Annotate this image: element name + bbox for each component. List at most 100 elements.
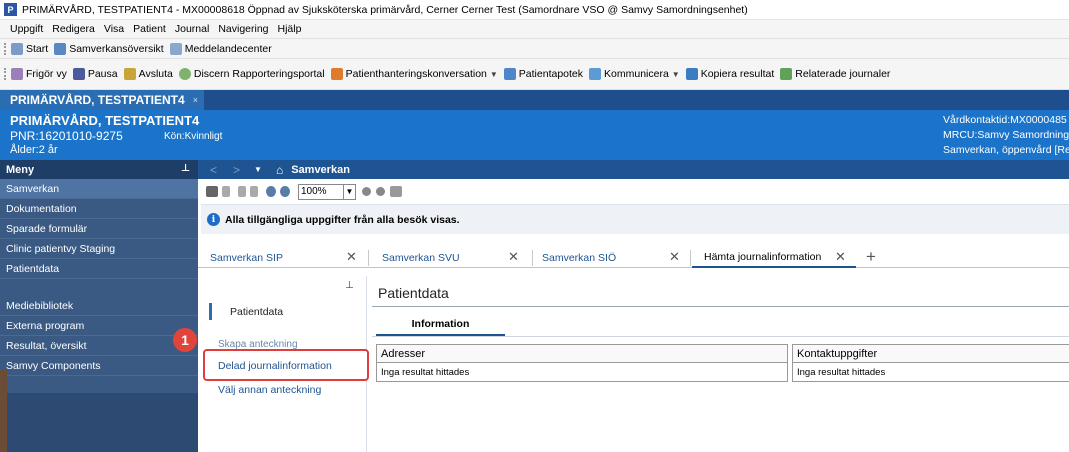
- encounter-id: Vårdkontaktid:MX0000485: [943, 114, 1067, 126]
- pausa-button[interactable]: Pausa: [72, 68, 118, 80]
- discern-button[interactable]: Discern Rapporteringsportal: [178, 68, 325, 80]
- pause-icon: [72, 68, 85, 80]
- nav-edge-decoration: [0, 370, 7, 452]
- back-arrow-icon[interactable]: <: [210, 163, 217, 177]
- meddelandecenter-button[interactable]: Meddelandecenter: [169, 42, 272, 55]
- kommunicera-button[interactable]: Kommunicera ▼: [589, 68, 680, 80]
- patienthanteringskonversation-button[interactable]: Patienthanteringskonversation ▼: [330, 68, 498, 80]
- person-icon: [330, 68, 343, 80]
- nav-item-dokumentation[interactable]: Dokumentation: [0, 199, 198, 219]
- docs-icon: [780, 68, 793, 80]
- subnav-item-delad-journalinformation[interactable]: Delad journalinformation: [218, 360, 332, 372]
- zoom-input[interactable]: 100%: [298, 183, 344, 200]
- pin-icon[interactable]: ⊥: [181, 163, 190, 174]
- nav-item-resultat-oversikt[interactable]: Resultat, översikt: [0, 336, 198, 356]
- relaterade-journaler-button[interactable]: Relaterade journaler: [780, 68, 890, 80]
- menu-journal[interactable]: Journal: [175, 23, 209, 35]
- pausa-label: Pausa: [87, 68, 118, 80]
- binoculars-icon[interactable]: [206, 186, 218, 197]
- home-icon[interactable]: ⌂: [276, 163, 283, 177]
- left-menu: Meny ⊥ Samverkan Dokumentation Sparade f…: [0, 160, 198, 452]
- chevron-down-icon[interactable]: ▼: [344, 183, 356, 200]
- nav-item-samverkan[interactable]: Samverkan: [0, 179, 198, 199]
- window-title-bar: P PRIMÄRVÅRD, TESTPATIENT4 - MX00008618 …: [0, 0, 1069, 20]
- prev-page-icon[interactable]: [238, 186, 246, 197]
- chevron-down-icon[interactable]: ▼: [672, 70, 680, 79]
- menu-hjalp[interactable]: Hjälp: [278, 23, 302, 35]
- menu-bar: Uppgift Redigera Visa Patient Journal Na…: [0, 20, 1069, 39]
- app-logo-icon: P: [4, 3, 17, 16]
- content-area: < > ▼ ⌂ Samverkan 100% ▼ i Alla tillgäng…: [173, 160, 1069, 452]
- subnav-item-valj-annan-anteckning[interactable]: Välj annan anteckning: [218, 384, 321, 396]
- content-toolbar: 100% ▼: [198, 179, 1069, 204]
- addresses-empty-row: Inga resultat hittades: [381, 366, 470, 378]
- info-bar: i Alla tillgängliga uppgifter från alla …: [201, 204, 1069, 234]
- circle-icon[interactable]: [376, 187, 385, 196]
- contacts-empty-row: Inga resultat hittades: [797, 366, 886, 378]
- pin-icon[interactable]: ⊥: [345, 280, 354, 291]
- close-icon[interactable]: ✕: [508, 249, 519, 265]
- menu-uppgift[interactable]: Uppgift: [10, 23, 43, 35]
- sub-navigation: ⊥ Patientdata Skapa anteckning Delad jou…: [198, 276, 369, 452]
- close-icon[interactable]: ×: [193, 95, 198, 105]
- nav-item-mediebibliotek[interactable]: Mediebibliotek: [0, 296, 198, 316]
- tab-separator: [690, 250, 691, 266]
- menu-redigera[interactable]: Redigera: [52, 23, 95, 35]
- addresses-table: Adresser Inga resultat hittades: [376, 344, 788, 382]
- tab-hamta-journalinformation-label: Hämta journalinformation: [704, 251, 822, 263]
- tab-separator: [532, 250, 533, 266]
- active-indicator: [209, 303, 212, 320]
- nav-item-clinic-patientvy[interactable]: Clinic patientvy Staging: [0, 239, 198, 259]
- menu-header: Meny ⊥: [0, 160, 198, 179]
- avsluta-label: Avsluta: [138, 68, 173, 80]
- copy-icon: [685, 68, 698, 80]
- patient-gender: Kön:Kvinnligt: [164, 131, 223, 142]
- close-icon[interactable]: ✕: [346, 249, 357, 265]
- home-icon[interactable]: [390, 186, 402, 197]
- kopiera-resultat-button[interactable]: Kopiera resultat: [685, 68, 774, 80]
- frigor-vy-button[interactable]: Frigör vy: [11, 68, 67, 80]
- tab-information[interactable]: Information: [376, 314, 505, 336]
- next-page-icon[interactable]: [250, 186, 258, 197]
- tab-hamta-journalinformation[interactable]: Hämta journalinformation ✕: [692, 248, 856, 268]
- nav-gap: [0, 279, 198, 296]
- tab-separator: [368, 250, 369, 266]
- circle-icon[interactable]: [362, 187, 371, 196]
- chevron-down-icon[interactable]: ▼: [254, 165, 262, 174]
- zoom-in-icon[interactable]: [280, 186, 290, 197]
- meddelandecenter-label: Meddelandecenter: [184, 42, 272, 55]
- chevron-down-icon[interactable]: ▼: [490, 70, 498, 79]
- nav-item-externa-program[interactable]: Externa program: [0, 316, 198, 336]
- unlock-icon: [11, 68, 23, 80]
- contacts-table: Kontaktuppgifter Inga resultat hittades: [792, 344, 1069, 382]
- patient-banner: PRIMÄRVÅRD, TESTPATIENT4 PNR:16201010-92…: [0, 110, 1069, 160]
- tab-samverkan-sio[interactable]: Samverkan SIÖ ✕: [534, 248, 688, 268]
- start-button[interactable]: Start: [11, 42, 48, 55]
- addresses-header: Adresser: [377, 345, 787, 363]
- nav-item-patientdata[interactable]: Patientdata: [0, 259, 198, 279]
- patient-tab[interactable]: PRIMÄRVÅRD, TESTPATIENT4 ×: [0, 90, 204, 110]
- home-icon: [11, 42, 23, 55]
- menu-visa[interactable]: Visa: [104, 23, 124, 35]
- info-text: Alla tillgängliga uppgifter från alla be…: [225, 213, 460, 226]
- add-tab-icon[interactable]: +: [866, 248, 876, 266]
- nav-item-sparade-formular[interactable]: Sparade formulär: [0, 219, 198, 239]
- zoom-out-icon[interactable]: [266, 186, 276, 197]
- discern-label: Discern Rapporteringsportal: [193, 68, 325, 80]
- patientapotek-label: Patientapotek: [518, 68, 584, 80]
- tab-samverkan-sip[interactable]: Samverkan SIP ✕: [198, 248, 366, 268]
- patient-tab-bar: PRIMÄRVÅRD, TESTPATIENT4 ×: [0, 90, 1069, 110]
- tab-samverkan-svu[interactable]: Samverkan SVU ✕: [370, 248, 530, 268]
- forward-arrow-icon[interactable]: >: [233, 163, 240, 177]
- samverkansoversikt-button[interactable]: Samverkansöversikt: [54, 42, 164, 55]
- close-icon[interactable]: ✕: [669, 249, 680, 265]
- close-icon[interactable]: ✕: [835, 249, 846, 265]
- patientapotek-button[interactable]: Patientapotek: [503, 68, 584, 80]
- menu-patient[interactable]: Patient: [133, 23, 166, 35]
- avsluta-button[interactable]: Avsluta: [123, 68, 173, 80]
- tab-samverkan-svu-label: Samverkan SVU: [382, 252, 460, 264]
- toolbar-primary: Start Samverkansöversikt Meddelandecente…: [0, 39, 1069, 59]
- menu-navigering[interactable]: Navigering: [218, 23, 268, 35]
- page-icon[interactable]: [222, 186, 230, 197]
- nav-item-samvy-components[interactable]: Samvy Components: [0, 356, 198, 376]
